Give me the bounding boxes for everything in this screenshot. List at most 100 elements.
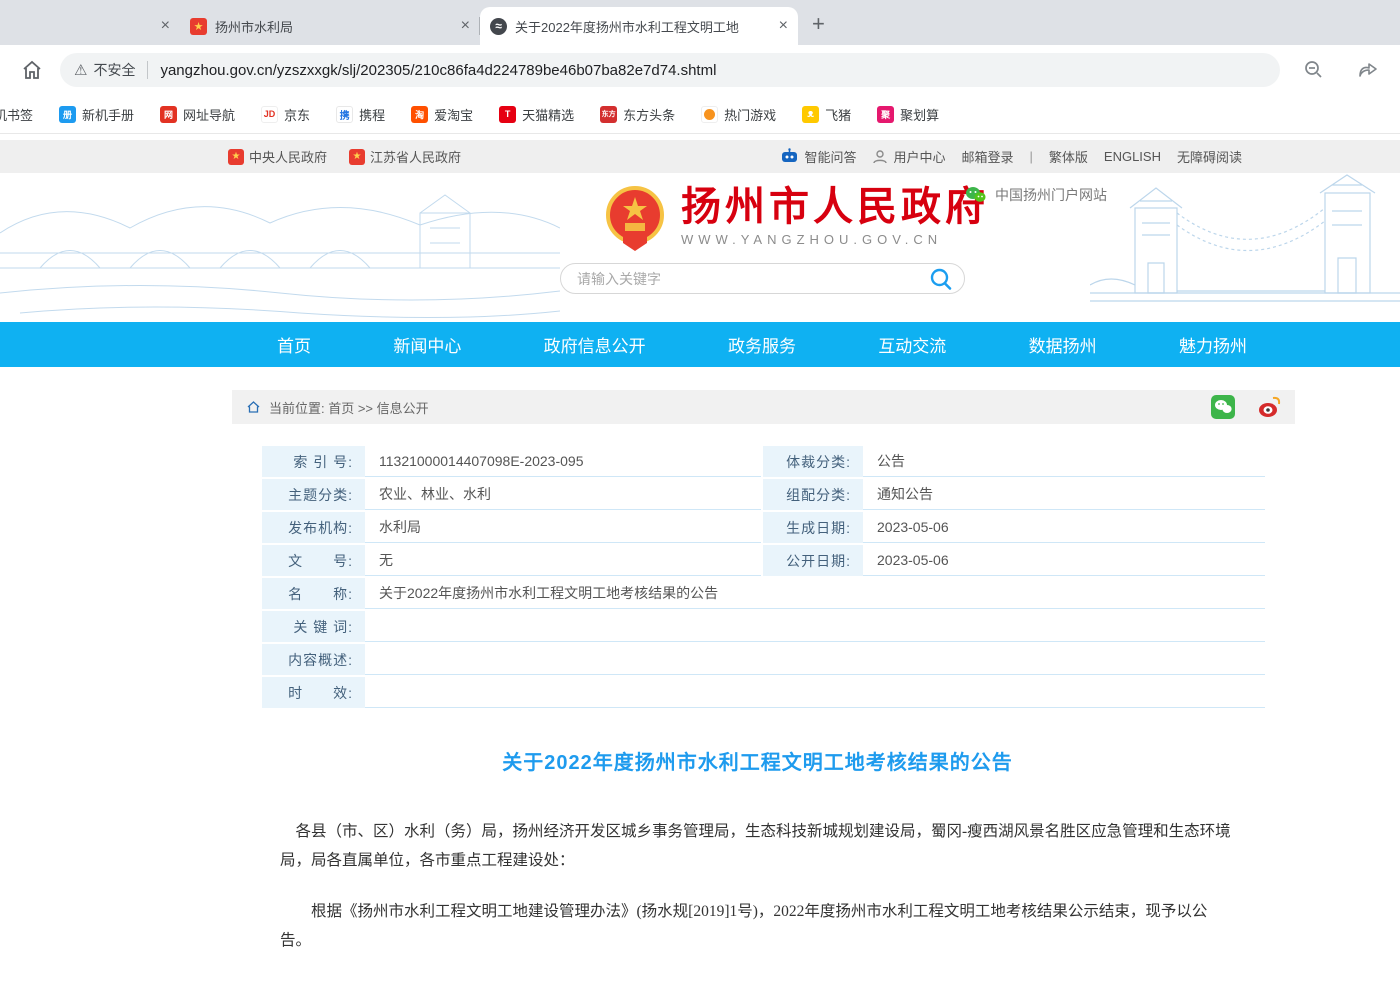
site-url: WWW.YANGZHOU.GOV.CN (681, 232, 989, 247)
bookmark-dongfang-toutiao[interactable]: 东方 东方头条 (600, 105, 675, 124)
field-value: 2023-05-06 (863, 545, 1265, 576)
bookmark-label: 飞猪 (825, 105, 851, 124)
utility-bar: ★ 中央人民政府 ★ 江苏省人民政府 智能问答 (0, 140, 1400, 173)
article-paragraph: 根据《扬州市水利工程文明工地建设管理办法》(扬水规[2019]1号)，2022年… (280, 897, 1235, 955)
weibo-share-icon[interactable] (1257, 395, 1281, 419)
field-value (365, 677, 1265, 708)
nav-item-interaction[interactable]: 互动交流 (878, 332, 946, 357)
tab-title: 扬州市水利局 (215, 17, 453, 36)
national-emblem-icon (603, 185, 667, 257)
close-icon[interactable]: × (779, 17, 788, 35)
bookmark-url-navigation[interactable]: 网 网址导航 (160, 105, 235, 124)
table-row: 关 键 词: (262, 611, 1265, 642)
field-value: 水利局 (365, 512, 761, 543)
site-banner: 扬州市人民政府 WWW.YANGZHOU.GOV.CN 中国扬州门户网站 (0, 173, 1400, 322)
security-chip[interactable]: ⚠ 不安全 (74, 60, 135, 80)
link-central-government[interactable]: ★ 中央人民政府 (228, 147, 327, 166)
field-label: 关 键 词: (262, 611, 365, 642)
home-breadcrumb-icon (246, 400, 261, 414)
ctrip-dolphin-icon: 携 (336, 106, 353, 123)
taobao-icon: 淘 (411, 106, 428, 123)
bookmark-jd[interactable]: JD 京东 (261, 105, 310, 124)
traditional-chinese-link[interactable]: 繁体版 (1049, 147, 1088, 166)
new-tab-button[interactable]: + (812, 11, 825, 37)
address-bar[interactable]: ⚠ 不安全 yangzhou.gov.cn/yzszxxgk/slj/20230… (60, 53, 1280, 87)
field-label: 内容概述: (262, 644, 365, 675)
user-icon (872, 149, 888, 165)
field-value: 关于2022年度扬州市水利工程文明工地考核结果的公告 (365, 578, 1265, 609)
manual-icon: 册 (59, 106, 76, 123)
field-label: 名 称: (262, 578, 365, 609)
bookmark-juhuasuan[interactable]: 聚 聚划算 (877, 105, 939, 124)
bookmark-hot-games[interactable]: 热门游戏 (701, 105, 776, 124)
field-label: 生成日期: (763, 512, 863, 543)
tab-active-announcement[interactable]: ≈ 关于2022年度扬州市水利工程文明工地 × (480, 7, 798, 45)
bookmark-label: 东方头条 (623, 105, 675, 124)
link-jiangsu-government[interactable]: ★ 江苏省人民政府 (349, 147, 461, 166)
field-value (365, 644, 1265, 675)
nav-item-info-disclosure[interactable]: 政府信息公开 (544, 332, 646, 357)
nav-item-gov-services[interactable]: 政务服务 (728, 332, 796, 357)
tab-strip: × ★ 扬州市水利局 × ≈ 关于2022年度扬州市水利工程文明工地 × + (0, 0, 1400, 45)
field-value: 公告 (863, 446, 1265, 477)
nav-item-charm-yangzhou[interactable]: 魅力扬州 (1179, 332, 1247, 357)
search-box (560, 263, 965, 294)
zoom-out-icon[interactable] (1302, 58, 1326, 82)
nav-site-icon: 网 (160, 106, 177, 123)
portal-link[interactable]: 中国扬州门户网站 (965, 185, 1107, 205)
user-center-link[interactable]: 用户中心 (872, 147, 945, 166)
nav-item-news[interactable]: 新闻中心 (393, 332, 461, 357)
field-label: 主题分类: (262, 479, 365, 510)
tab-partial[interactable]: × (0, 7, 180, 45)
field-label: 文 号: (262, 545, 365, 576)
tab-yangzhou-water-bureau[interactable]: ★ 扬州市水利局 × (180, 7, 480, 45)
robot-icon (780, 148, 799, 165)
close-icon[interactable]: × (161, 17, 170, 35)
bookmark-tmall[interactable]: T 天猫精选 (499, 105, 574, 124)
bookmarks-bar: 机书签 册 新机手册 网 网址导航 JD 京东 携 携程 淘 爱淘宝 T 天猫精… (0, 95, 1400, 134)
url-text: yangzhou.gov.cn/yzszxxgk/slj/202305/210c… (160, 62, 716, 79)
portal-label: 中国扬州门户网站 (995, 185, 1107, 205)
bookmark-phone-bookmarks[interactable]: 机书签 (0, 105, 33, 124)
document-info-table: 索 引 号: 11321000014407098E-2023-095 体裁分类:… (262, 446, 1265, 708)
table-row: 索 引 号: 11321000014407098E-2023-095 体裁分类:… (262, 446, 1265, 477)
bookmark-label: 新机手册 (82, 105, 134, 124)
search-input[interactable] (577, 271, 928, 287)
site-logo[interactable]: 扬州市人民政府 WWW.YANGZHOU.GOV.CN (603, 185, 989, 257)
fliggy-pig-icon: ᴥ (802, 106, 819, 123)
wechat-share-icon[interactable] (1211, 395, 1235, 419)
bookmark-aitaobao[interactable]: 淘 爱淘宝 (411, 105, 473, 124)
smart-qa-link[interactable]: 智能问答 (780, 147, 856, 166)
english-link[interactable]: ENGLISH (1104, 149, 1161, 164)
gov-emblem-favicon: ★ (190, 18, 207, 35)
field-value (365, 611, 1265, 642)
field-value: 无 (365, 545, 761, 576)
nav-item-home[interactable]: 首页 (277, 332, 311, 357)
search-icon[interactable] (928, 266, 954, 292)
nav-item-data-yangzhou[interactable]: 数据扬州 (1029, 332, 1097, 357)
field-label: 发布机构: (262, 512, 365, 543)
mail-login-link[interactable]: 邮箱登录 (961, 147, 1013, 166)
article-body: 关于2022年度扬州市水利工程文明工地考核结果的公告 各县（市、区）水利（务）局… (280, 746, 1235, 997)
link-label: 用户中心 (893, 147, 945, 166)
share-icon[interactable] (1356, 58, 1380, 82)
table-row: 内容概述: (262, 644, 1265, 675)
bookmark-new-phone-manual[interactable]: 册 新机手册 (59, 105, 134, 124)
gov-emblem-icon: ★ (349, 149, 365, 165)
bookmark-label: 热门游戏 (724, 105, 776, 124)
warning-icon: ⚠ (74, 61, 87, 79)
bookmark-fliggy[interactable]: ᴥ 飞猪 (802, 105, 851, 124)
close-icon[interactable]: × (461, 17, 470, 35)
field-label: 索 引 号: (262, 446, 365, 477)
table-row: 名 称: 关于2022年度扬州市水利工程文明工地考核结果的公告 (262, 578, 1265, 609)
home-icon[interactable] (20, 58, 44, 82)
dongfang-icon: 东方 (600, 106, 617, 123)
accessibility-link[interactable]: 无障碍阅读 (1177, 147, 1242, 166)
link-label: 无障碍阅读 (1177, 147, 1242, 166)
link-label: 中央人民政府 (249, 147, 327, 166)
bookmark-label: 携程 (359, 105, 385, 124)
bookmark-ctrip[interactable]: 携 携程 (336, 105, 385, 124)
breadcrumb[interactable]: 当前位置: 首页 >> 信息公开 (269, 398, 429, 417)
article-title: 关于2022年度扬州市水利工程文明工地考核结果的公告 (280, 746, 1235, 775)
jd-icon: JD (261, 106, 278, 123)
